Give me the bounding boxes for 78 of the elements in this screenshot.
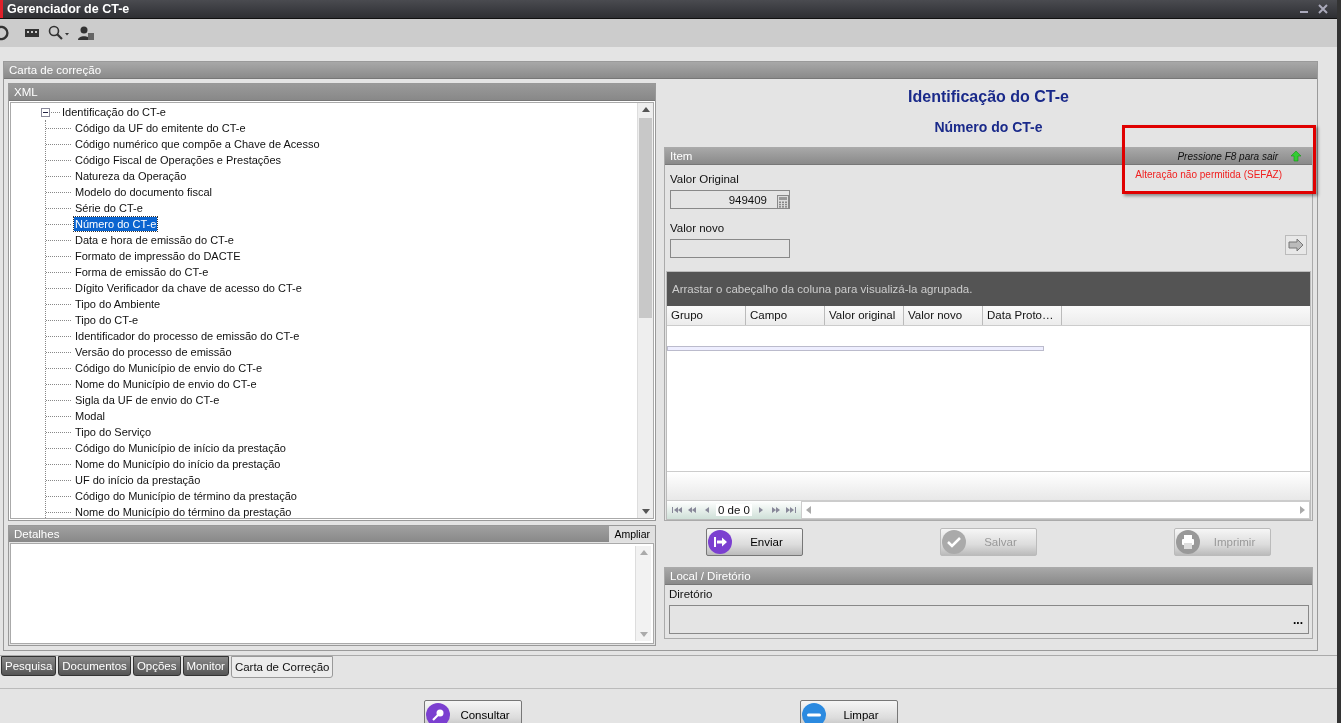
details-header: Detalhes <box>13 527 61 542</box>
warning-message: Alteração não permitida (SEFAZ) <box>1135 169 1282 180</box>
section-heading: Identificação do CT-e <box>907 88 1070 107</box>
tree-item[interactable]: Código do Município de término da prestação <box>74 489 298 503</box>
expand-button[interactable]: Ampliar <box>609 526 655 542</box>
exit-hint: Pressione F8 para sair <box>1177 150 1278 162</box>
tree-item[interactable]: Sigla da UF de envio do CT-e <box>74 393 221 407</box>
tab[interactable]: Opções <box>132 656 181 676</box>
collapse-toggle-icon[interactable] <box>41 107 50 117</box>
action-button[interactable]: Limpar <box>800 700 898 723</box>
tree-item[interactable]: Código Fiscal de Operações e Prestações <box>74 153 283 167</box>
tab[interactable]: Carta de Correção <box>230 656 334 678</box>
details-text-area[interactable] <box>10 543 654 644</box>
tree-item[interactable]: Tipo do Ambiente <box>74 297 162 311</box>
tree-item[interactable]: Natureza da Operação <box>74 169 188 183</box>
tab[interactable]: Monitor <box>182 656 229 676</box>
tree-item[interactable]: Dígito Verificador da chave de acesso do CT-e <box>74 281 303 295</box>
tree-item[interactable]: Identificação do CT-e <box>61 105 167 119</box>
tree-item[interactable]: Nome do Município do início da prestação <box>74 457 282 471</box>
scrollbar[interactable] <box>637 103 653 518</box>
field-label: Diretório <box>669 588 713 600</box>
field-label: Valor novo <box>670 222 725 234</box>
next-page-group-icon[interactable] <box>770 506 782 514</box>
directory-field[interactable]: ... <box>669 605 1309 634</box>
field-heading: Número do CT-e <box>933 119 1044 137</box>
column-header[interactable]: Grupo <box>667 306 746 325</box>
apply-button[interactable] <box>1285 235 1307 255</box>
field-label: Valor Original <box>670 173 739 185</box>
previous-page-group-icon[interactable] <box>686 506 698 514</box>
tree-item[interactable]: Número do CT-e <box>74 217 158 231</box>
tree-item[interactable]: Tipo do Serviço <box>74 425 153 439</box>
panel-header: Carta de correção <box>4 62 1317 79</box>
scrollbar[interactable] <box>801 501 1310 519</box>
tree-item[interactable]: Modal <box>74 409 106 423</box>
tree-item[interactable]: Forma de emissão do CT-e <box>74 265 210 279</box>
column-header[interactable]: Campo <box>746 306 825 325</box>
original-value-field[interactable]: 949409 <box>670 190 790 209</box>
tree-item[interactable]: Versão do processo de emissão <box>74 345 233 359</box>
scrollbar[interactable] <box>635 546 651 641</box>
first-page-icon[interactable] <box>671 506 683 514</box>
tree-item[interactable]: UF do início da prestação <box>74 473 202 487</box>
browse-button[interactable]: ... <box>1288 609 1308 630</box>
tree-item[interactable]: Código numérico que compõe a Chave de Acesso <box>74 137 321 151</box>
page-indicator: 0 de 0 <box>716 504 752 516</box>
last-page-icon[interactable] <box>785 506 797 514</box>
action-button[interactable]: Enviar <box>706 528 803 556</box>
action-button[interactable]: Consultar <box>424 700 522 723</box>
checkmark-icon <box>942 530 966 554</box>
tree-item[interactable]: Identificador do processo de emissão do CT-e <box>74 329 301 343</box>
tree-item[interactable]: Série do CT-e <box>74 201 144 215</box>
tree-item[interactable]: Código do Município de envio do CT-e <box>74 361 264 375</box>
printer-icon <box>1176 530 1200 554</box>
tree-item[interactable]: Modelo do documento fiscal <box>74 185 213 199</box>
tree-item[interactable]: Nome do Município do término da prestação <box>74 505 293 518</box>
zoom-dropdown-icon[interactable] <box>48 25 70 41</box>
up-arrow-icon[interactable] <box>1290 150 1302 162</box>
tree-item[interactable]: Formato de impressão do DACTE <box>74 249 242 263</box>
search-icon <box>426 703 450 723</box>
minus-icon <box>802 703 826 723</box>
tree-item[interactable]: Tipo do CT-e <box>74 313 140 327</box>
user-icon[interactable] <box>78 25 94 41</box>
group-by-hint: Arrastar o cabeçalho da coluna para visualizá-la agrupada. <box>667 272 1310 306</box>
column-header[interactable]: Data Proto… <box>983 306 1062 325</box>
tree-item[interactable]: Data e hora de emissão do CT-e <box>74 233 235 247</box>
tab[interactable]: Documentos <box>58 656 131 676</box>
tree-item[interactable]: Código do Município de início da prestação <box>74 441 287 455</box>
calculator-icon[interactable] <box>777 195 789 209</box>
column-header[interactable]: Valor novo <box>904 306 983 325</box>
new-value-field[interactable] <box>670 239 790 258</box>
xml-header: XML <box>9 84 655 101</box>
location-header: Local / Diretório <box>665 568 1312 585</box>
close-icon[interactable] <box>1318 4 1328 14</box>
column-header[interactable]: Valor original <box>825 306 904 325</box>
tree-item[interactable]: Código da UF do emitente do CT-e <box>74 121 247 135</box>
item-header: Item <box>669 150 693 162</box>
tab[interactable]: Pesquisa <box>1 656 57 676</box>
tree-item[interactable]: Nome do Município de envio do CT-e <box>74 377 258 391</box>
window-title: Gerenciador de CT-e <box>7 2 130 16</box>
